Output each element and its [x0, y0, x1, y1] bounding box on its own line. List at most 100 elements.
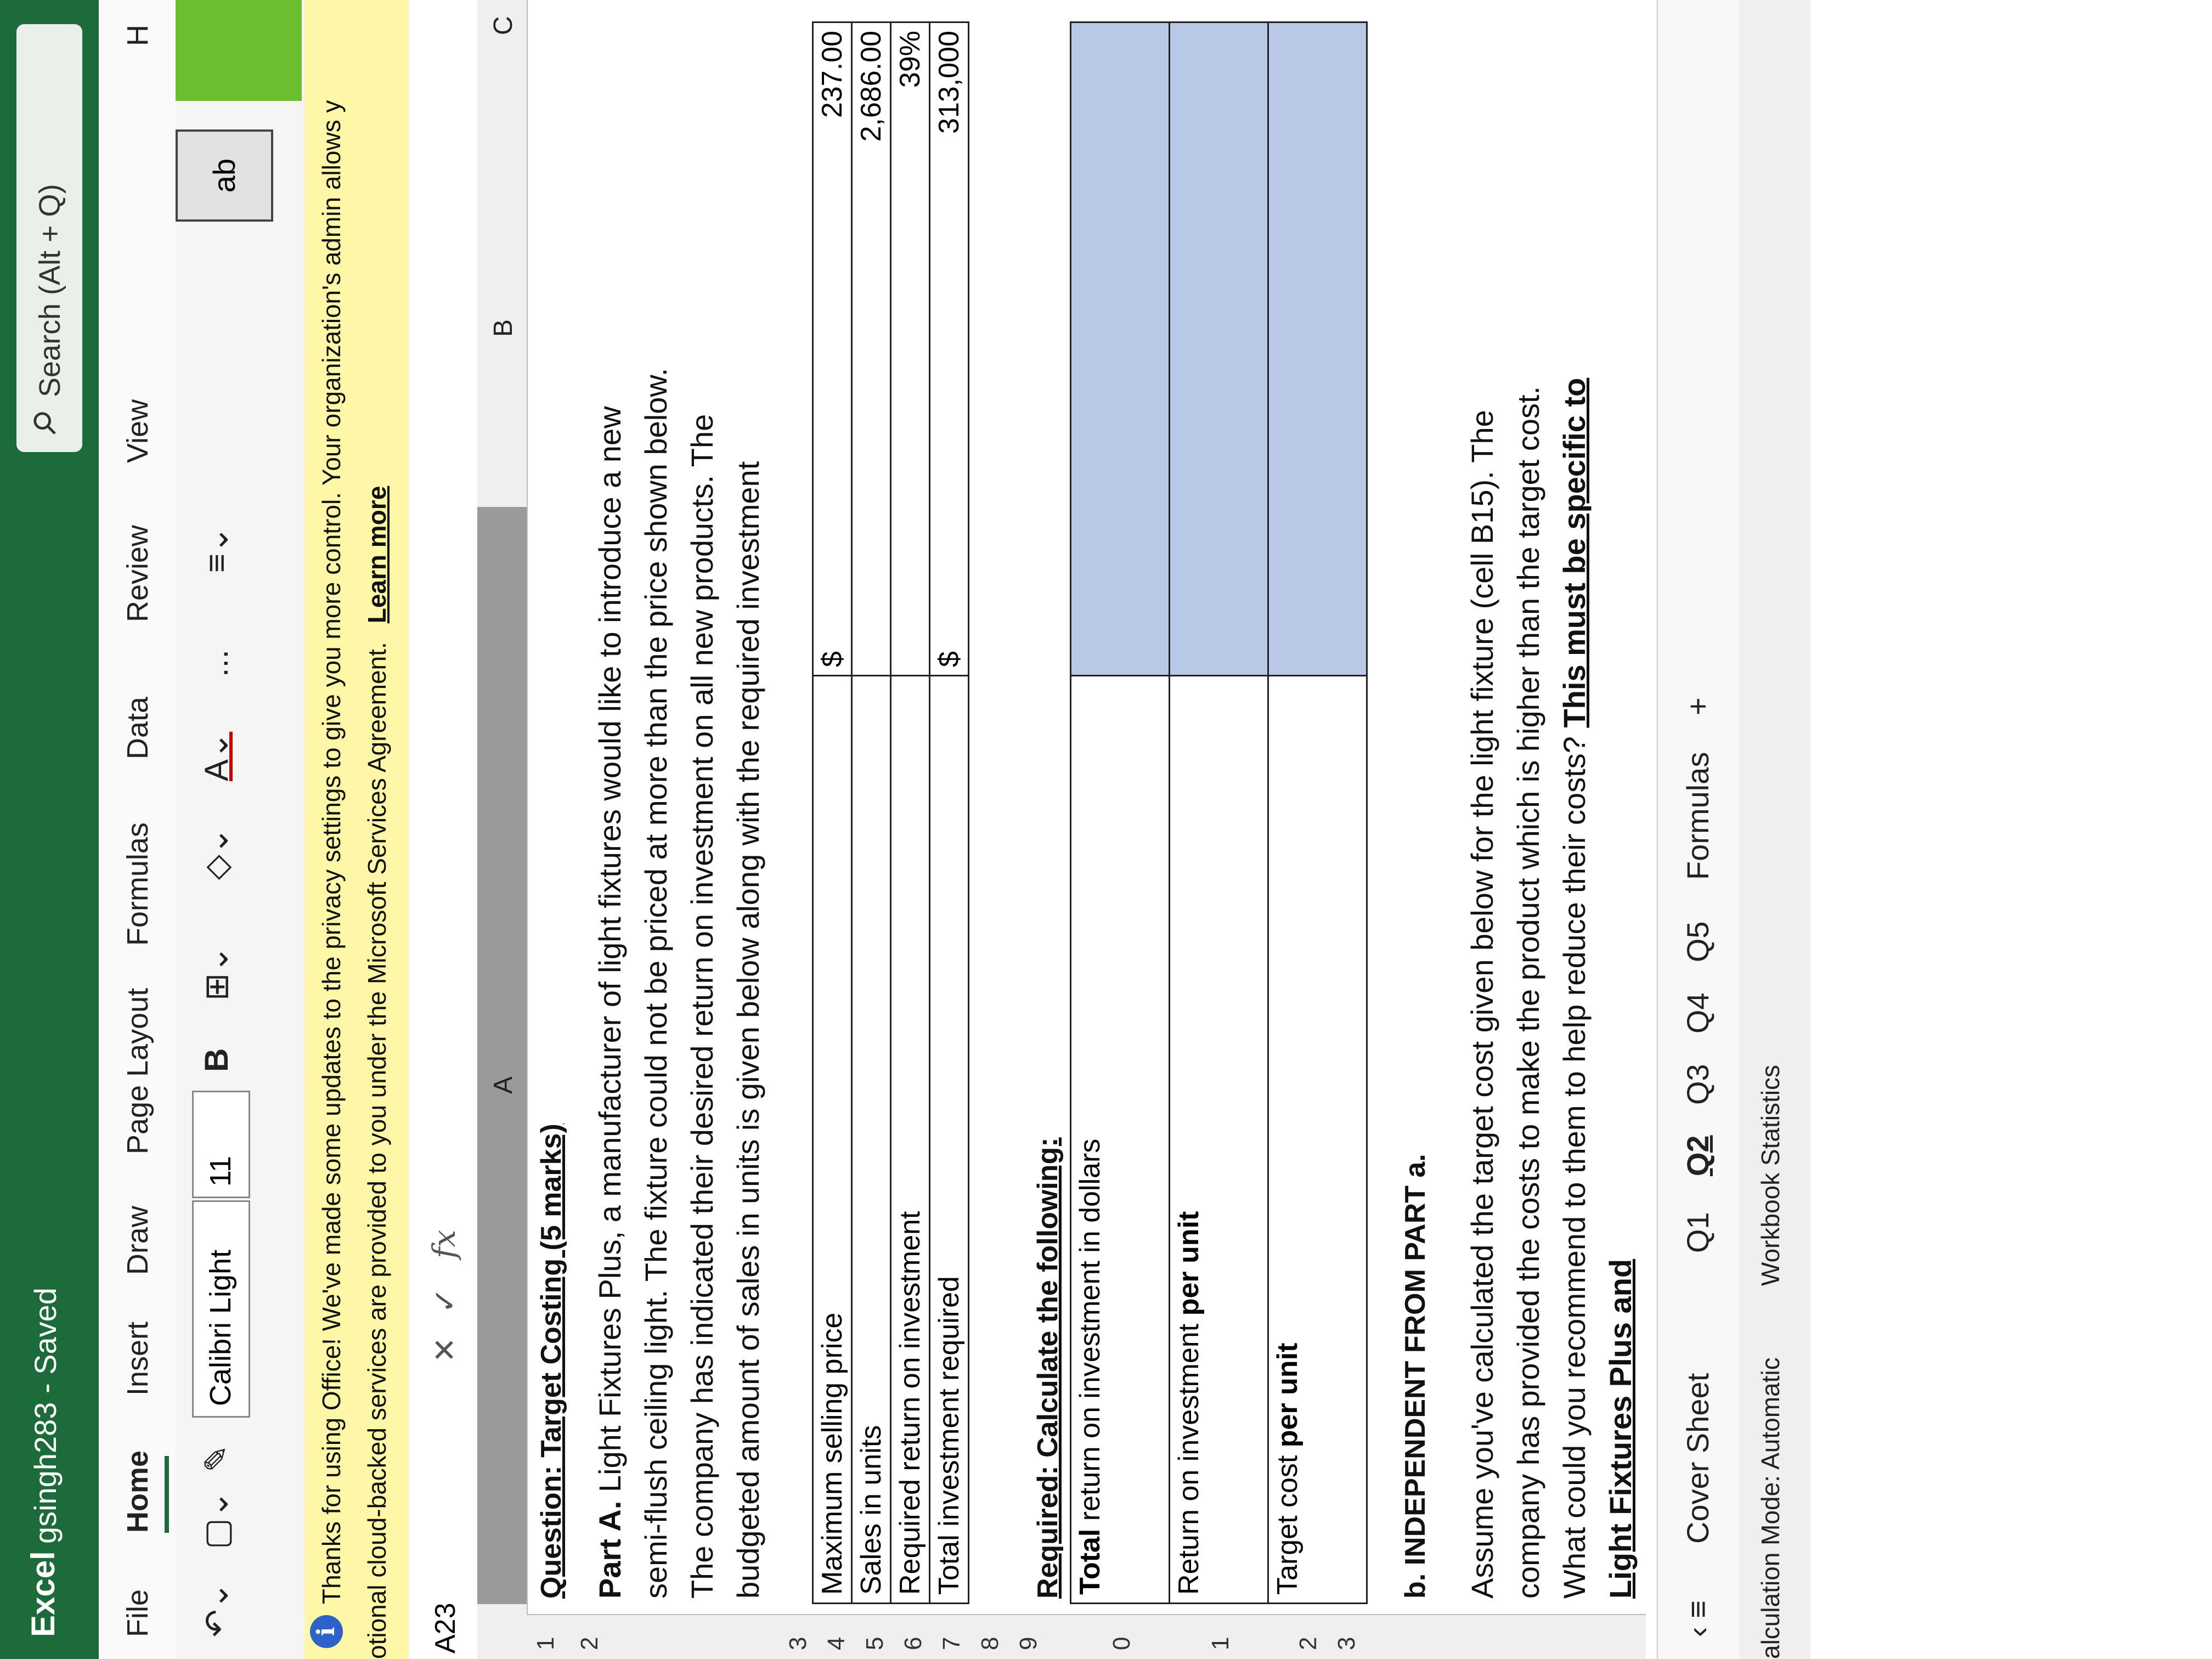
required-table: Total return on investment in dollars Re… [1070, 21, 1368, 1604]
search-box[interactable]: Search (Alt + Q) [16, 24, 82, 452]
calc-label: Target cost [1272, 1447, 1304, 1595]
font-size-value: 11 [204, 1155, 237, 1187]
table-row[interactable]: Return on investment per unit [1169, 22, 1268, 1604]
formula-bar: A23 ✕ ✓ fx [411, 0, 478, 1659]
table-row[interactable]: Sales in units 2,686.00 [851, 22, 891, 1604]
calc-label: return on investment in dollars [1074, 1138, 1106, 1529]
table-row[interactable]: Required return on investment 39% [890, 22, 930, 1604]
name-box[interactable]: A23 [429, 1602, 462, 1654]
tab-q3[interactable]: Q3 [1680, 1064, 1716, 1105]
font-size-select[interactable]: 11 [192, 1091, 250, 1198]
tab-view[interactable]: View [121, 399, 155, 463]
column-headers: A B C [477, 0, 528, 1659]
tab-q5[interactable]: Q5 [1680, 921, 1716, 962]
table-row[interactable]: Total investment required $313,000 [929, 22, 969, 1604]
question-title[interactable]: Question: Target Costing (5 marks) [535, 1124, 568, 1599]
learn-more-link[interactable]: Learn more [363, 486, 391, 624]
row-header[interactable]: 6 [900, 1637, 927, 1650]
tab-help[interactable]: H [121, 25, 155, 46]
required-heading[interactable]: Required: Calculate the following: [1031, 1137, 1064, 1599]
more-options-button[interactable]: ... [198, 650, 235, 677]
row-header[interactable]: 2 [1295, 1637, 1322, 1650]
notice-line-2: otional cloud-backed services are provid… [362, 486, 392, 1659]
ribbon-green-block [176, 0, 302, 101]
notice-line-1: Thanks for using Office! We've made some… [317, 100, 346, 1605]
column-header-a[interactable]: A [488, 1076, 518, 1094]
search-icon [33, 412, 56, 435]
row-header[interactable]: 3 [1333, 1637, 1361, 1650]
tab-draw[interactable]: Draw [121, 1206, 155, 1275]
part-b-paragraph[interactable]: Assume you've calculated the target cost… [1459, 337, 1644, 1599]
tabs-menu-icon[interactable]: ‹ ≡ [1680, 1600, 1716, 1637]
table-row[interactable]: Target cost per unit [1268, 22, 1367, 1604]
paste-icon[interactable]: ▢⌄ [198, 1491, 236, 1549]
privacy-notice: i Thanks for using Office! We've made so… [304, 0, 409, 1659]
wrap-text-button[interactable]: ab [176, 129, 273, 222]
tab-home[interactable]: Home [121, 1451, 155, 1533]
tab-q4[interactable]: Q4 [1680, 992, 1716, 1034]
format-painter-icon[interactable]: ✎ [198, 1445, 236, 1472]
row-header[interactable]: 8 [977, 1637, 1004, 1650]
enter-icon[interactable]: ✓ [427, 1288, 463, 1313]
input-label[interactable]: Sales in units [851, 675, 891, 1604]
input-label[interactable]: Required return on investment [890, 675, 930, 1604]
tab-review[interactable]: Review [121, 525, 155, 622]
row-header[interactable]: 3 [785, 1637, 812, 1650]
row-header[interactable]: 7 [938, 1637, 966, 1650]
answer-cell-b12[interactable] [1169, 22, 1268, 676]
column-header-c[interactable]: C [488, 16, 518, 35]
title-bar: Excel gsingh283 - Saved Search (Alt + Q) [0, 0, 99, 1659]
workbook-statistics[interactable]: Workbook Statistics [1756, 1065, 1785, 1286]
tab-formulas-sheet[interactable]: Formulas [1680, 752, 1716, 880]
tab-q2[interactable]: Q2 [1680, 1135, 1716, 1176]
tab-file[interactable]: File [121, 1589, 155, 1637]
calculation-mode[interactable]: alculation Mode: Automatic [1756, 1357, 1785, 1659]
row-header[interactable]: 2 [576, 1637, 603, 1650]
tab-page-layout[interactable]: Page Layout [121, 988, 155, 1154]
fx-icon[interactable]: fx [427, 1230, 462, 1259]
row-header[interactable]: 0 [1108, 1637, 1136, 1650]
row-header[interactable]: 9 [1015, 1637, 1042, 1650]
search-placeholder: Search (Alt + Q) [33, 184, 66, 397]
status-bar: alculation Mode: Automatic Workbook Stat… [1739, 0, 1810, 1659]
row-header[interactable]: 1 [1207, 1637, 1234, 1650]
tab-cover-sheet[interactable]: Cover Sheet [1680, 1373, 1716, 1544]
calc-label: Return on investment [1173, 1316, 1205, 1595]
calc-label-bold: Total [1074, 1528, 1106, 1595]
font-name-select[interactable]: Calibri Light [192, 1200, 250, 1418]
tab-formulas[interactable]: Formulas [121, 822, 155, 946]
calc-label-bold: per unit [1173, 1211, 1205, 1316]
tab-insert[interactable]: Insert [121, 1322, 155, 1396]
table-row[interactable]: Maximum selling price $237.00 [812, 22, 852, 1604]
tab-q1[interactable]: Q1 [1680, 1212, 1716, 1253]
row-header[interactable]: 1 [532, 1637, 560, 1650]
input-label[interactable]: Maximum selling price [812, 675, 852, 1604]
row-headers: 1 2 3 4 5 6 7 8 9 0 1 2 3 [527, 1614, 1646, 1659]
add-sheet-button[interactable]: + [1680, 697, 1716, 715]
cancel-icon[interactable]: ✕ [427, 1337, 463, 1363]
part-a-paragraph[interactable]: Part A. Light Fixtures Plus, a manufactu… [587, 348, 771, 1599]
active-tab-indicator [165, 1456, 169, 1533]
answer-cell-b15[interactable] [1268, 22, 1367, 676]
column-header-b[interactable]: B [488, 319, 518, 337]
document-title[interactable]: gsingh283 - Saved [27, 1288, 63, 1544]
input-label[interactable]: Total investment required [929, 675, 969, 1604]
input-value: 39% [894, 31, 926, 88]
undo-icon[interactable]: ↶⌄ [198, 1582, 236, 1637]
bold-button[interactable]: B [198, 1048, 235, 1072]
font-color-icon[interactable]: A⌄ [198, 732, 236, 781]
row-header[interactable]: 4 [823, 1637, 850, 1650]
part-b-heading[interactable]: b. INDEPENDENT FROM PART a. [1399, 1154, 1432, 1599]
table-row[interactable]: Total return on investment in dollars [1070, 22, 1170, 1604]
currency-symbol: $ [933, 651, 965, 667]
align-icon[interactable]: ≡⌄ [198, 526, 236, 573]
column-a-selected [477, 507, 527, 1604]
menu-bar: File Home Insert Draw Page Layout Formul… [99, 0, 176, 1659]
borders-icon[interactable]: ⊞⌄ [198, 945, 236, 1001]
fill-color-icon[interactable]: ◇⌄ [198, 827, 236, 880]
row-header[interactable]: 5 [861, 1637, 889, 1650]
sheet-tab-bar: ‹ ≡ Cover Sheet Q1 Q2 Q3 Q4 Q5 Formulas … [1657, 0, 1740, 1659]
tab-data[interactable]: Data [121, 697, 155, 759]
excel-window: Excel gsingh283 - Saved Search (Alt + Q)… [0, 0, 2212, 1659]
answer-cell-b10[interactable] [1070, 22, 1170, 676]
